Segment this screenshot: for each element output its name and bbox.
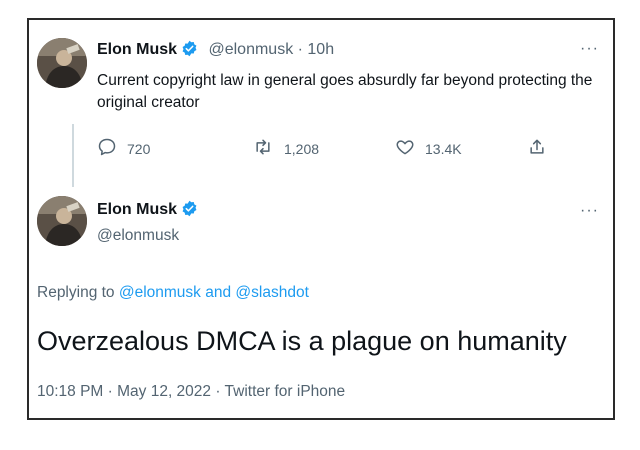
mention-link-elonmusk[interactable]: @elonmusk: [119, 284, 201, 301]
author-name[interactable]: Elon Musk: [97, 200, 198, 222]
more-icon[interactable]: ···: [580, 40, 599, 58]
tweet-time[interactable]: · 10h: [293, 41, 334, 58]
verified-badge-icon: [181, 40, 198, 62]
tweet-actions: 720 1,208 13.4K: [97, 137, 544, 161]
reply-count: 720: [127, 140, 151, 157]
author-name-text[interactable]: Elon Musk: [97, 201, 177, 218]
retweet-button[interactable]: 1,208: [252, 137, 319, 160]
tweet-timestamp[interactable]: 10:18 PM · May 12, 2022 · Twitter for iP…: [37, 383, 345, 401]
like-count: 13.4K: [425, 140, 462, 157]
more-icon[interactable]: ···: [580, 202, 599, 220]
like-button[interactable]: 13.4K: [395, 137, 462, 160]
author-handle[interactable]: @elonmusk: [97, 227, 179, 245]
reply-icon: [97, 137, 127, 160]
avatar[interactable]: [37, 196, 87, 246]
thread-connector: [72, 124, 74, 187]
replying-prefix: Replying to: [37, 284, 119, 301]
tweet-card: Elon Musk @elonmusk · 10h ··· Current co…: [27, 18, 615, 420]
author-handle[interactable]: @elonmusk: [208, 41, 293, 58]
mention-link-slashdot[interactable]: @slashdot: [235, 284, 308, 301]
retweet-count: 1,208: [284, 140, 320, 157]
tweet-text: Current copyright law in general goes ab…: [97, 72, 593, 111]
retweet-icon: [252, 137, 284, 160]
replying-and: and: [200, 284, 236, 301]
author-name[interactable]: Elon Musk @elonmusk · 10h: [97, 40, 334, 62]
reply-button[interactable]: 720: [97, 137, 150, 160]
like-icon: [395, 137, 425, 160]
share-icon: [527, 137, 557, 160]
replying-to: Replying to @elonmusk and @slashdot: [37, 284, 309, 302]
author-name-text[interactable]: Elon Musk: [97, 41, 177, 58]
share-button[interactable]: [527, 137, 557, 160]
tweet-text: Overzealous DMCA is a plague on humanity: [37, 326, 567, 356]
avatar[interactable]: [37, 38, 87, 88]
verified-badge-icon: [181, 200, 198, 222]
